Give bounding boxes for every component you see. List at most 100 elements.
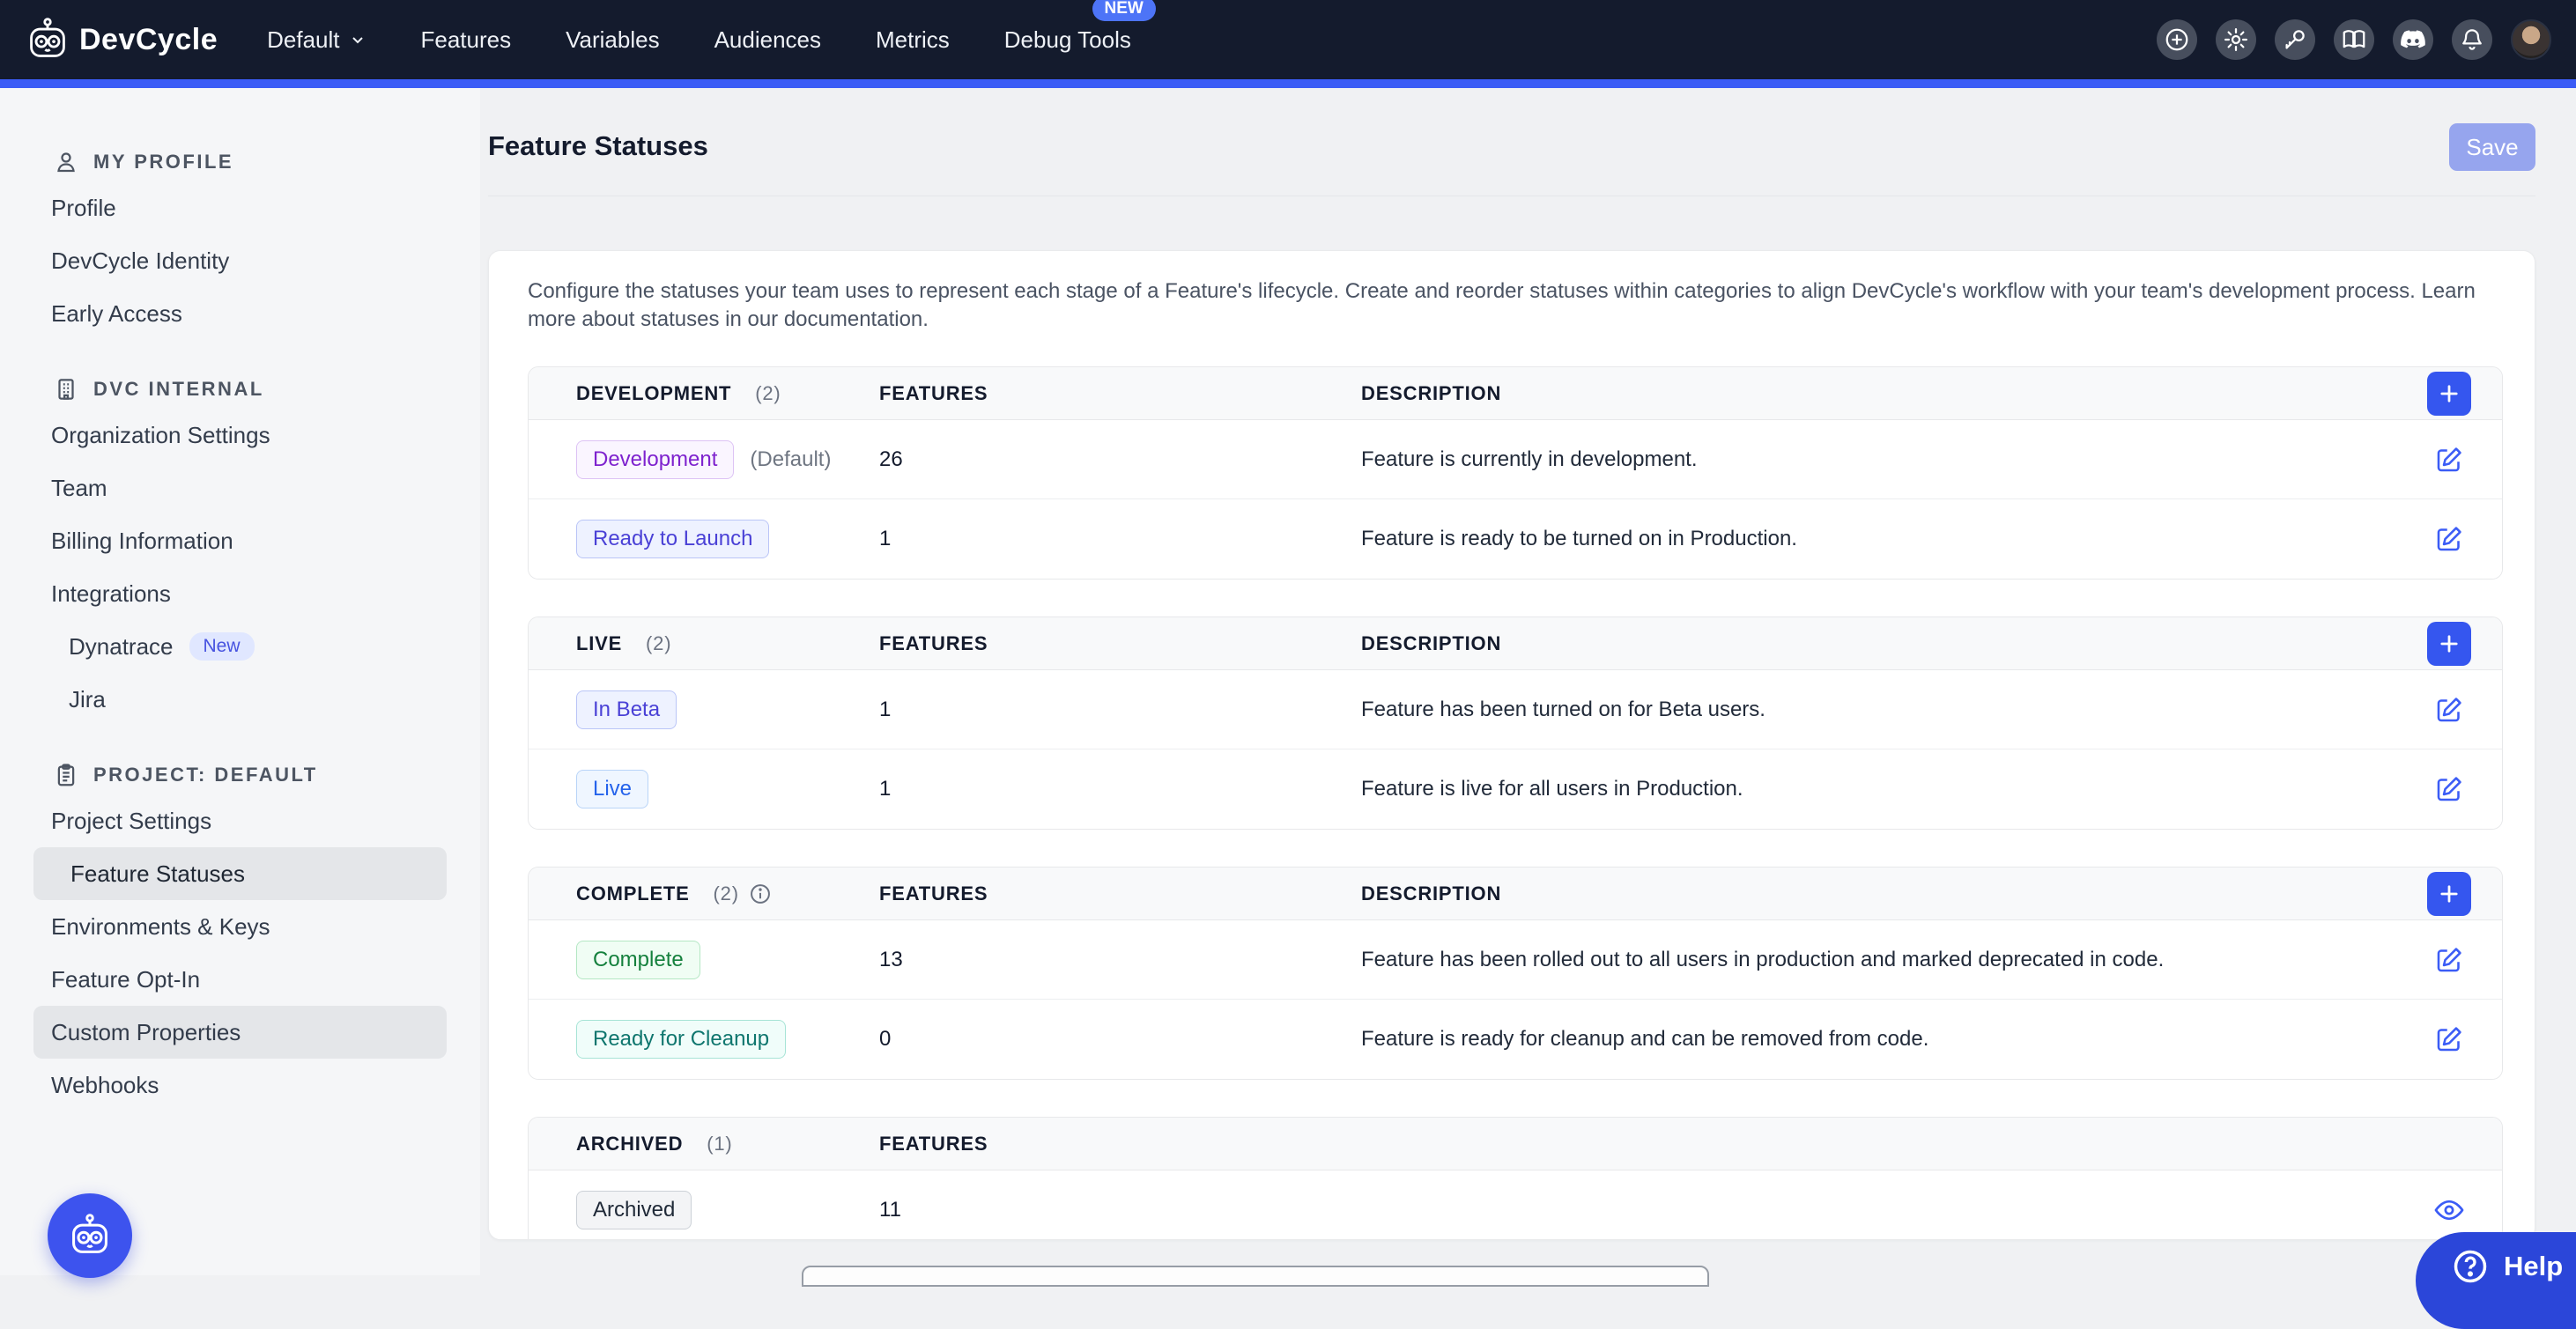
gear-icon: [2223, 26, 2249, 53]
complete-table: COMPLETE (2) FEATURES DESCRIPTION Com: [528, 867, 2503, 1080]
status-description: Feature is ready for cleanup and can be …: [1361, 1027, 2396, 1052]
sidebar-item-team[interactable]: Team: [33, 461, 447, 514]
plus-icon: [2437, 381, 2461, 406]
clipboard-icon: [53, 762, 79, 788]
key-icon: [2282, 26, 2308, 53]
edit-status-button[interactable]: [2428, 939, 2470, 981]
sidebar-item-webhooks[interactable]: Webhooks: [33, 1059, 447, 1111]
live-table-header: LIVE (2) FEATURES DESCRIPTION: [529, 617, 2502, 670]
status-description: Feature is ready to be turned on in Prod…: [1361, 527, 2396, 551]
feature-count: 1: [879, 777, 1361, 801]
nav-item-debug-tools[interactable]: Debug Tools NEW: [1004, 26, 1131, 54]
edit-pencil-icon: [2433, 773, 2465, 805]
feature-count: 11: [879, 1198, 1361, 1222]
edit-status-button[interactable]: [2428, 518, 2470, 560]
edit-status-button[interactable]: [2428, 439, 2470, 481]
sidebar-item-environments-keys[interactable]: Environments & Keys: [33, 900, 447, 953]
plus-icon: [2437, 882, 2461, 906]
add-status-button[interactable]: [2427, 622, 2471, 666]
edit-pencil-icon: [2433, 444, 2465, 476]
documentation-button[interactable]: [2334, 19, 2374, 60]
user-avatar[interactable]: [2511, 19, 2551, 60]
top-navbar: DevCycle Default Features Variables Audi…: [0, 0, 2576, 79]
edit-pencil-icon: [2433, 944, 2465, 976]
complete-table-header: COMPLETE (2) FEATURES DESCRIPTION: [529, 868, 2502, 920]
settings-button[interactable]: [2216, 19, 2256, 60]
accent-strip: [0, 79, 2576, 88]
sidebar-item-dynatrace[interactable]: Dynatrace New: [33, 620, 447, 673]
live-table: LIVE (2) FEATURES DESCRIPTION In Beta 1 …: [528, 617, 2503, 830]
status-row-archived: Archived 11: [529, 1170, 2502, 1240]
status-description: Feature is currently in development.: [1361, 447, 2396, 472]
status-row-ready-for-cleanup: Ready for Cleanup 0 Feature is ready for…: [529, 1000, 2502, 1079]
status-row-complete: Complete 13 Feature has been rolled out …: [529, 920, 2502, 1000]
archived-table: ARCHIVED (1) FEATURES Archived 11: [528, 1117, 2503, 1240]
plus-icon: [2437, 631, 2461, 656]
status-badge: Live: [576, 770, 648, 808]
nav-item-variables[interactable]: Variables: [566, 26, 659, 54]
sidebar-item-devcycle-identity[interactable]: DevCycle Identity: [33, 234, 447, 287]
section-project-default: PROJECT: DEFAULT: [33, 756, 447, 794]
archived-table-header: ARCHIVED (1) FEATURES: [529, 1118, 2502, 1170]
info-icon[interactable]: [748, 882, 773, 906]
add-circle-button[interactable]: [2157, 19, 2197, 60]
sidebar-item-jira[interactable]: Jira: [33, 673, 447, 726]
person-icon: [53, 149, 79, 175]
new-badge: NEW: [1092, 0, 1156, 21]
org-selector-dropdown[interactable]: Default: [267, 26, 366, 54]
section-my-profile: MY PROFILE: [33, 143, 447, 181]
sidebar-item-custom-properties[interactable]: Custom Properties: [33, 1006, 447, 1059]
assistant-fab-button[interactable]: [48, 1193, 132, 1278]
cutoff-bottom-panel: [802, 1266, 1709, 1287]
discord-icon: [2399, 26, 2427, 54]
edit-status-button[interactable]: [2428, 689, 2470, 731]
sidebar-item-feature-statuses[interactable]: Feature Statuses: [33, 847, 447, 900]
question-mark-icon: [2451, 1247, 2490, 1286]
sidebar-item-organization-settings[interactable]: Organization Settings: [33, 409, 447, 461]
view-status-button[interactable]: [2427, 1188, 2471, 1232]
devcycle-logo[interactable]: DevCycle: [25, 17, 218, 63]
sidebar-item-feature-opt-in[interactable]: Feature Opt-In: [33, 953, 447, 1006]
chevron-down-icon: [349, 31, 366, 48]
nav-item-audiences[interactable]: Audiences: [714, 26, 821, 54]
dynatrace-new-badge: New: [189, 632, 255, 661]
sidebar-item-project-settings[interactable]: Project Settings: [33, 794, 447, 847]
status-description: Feature has been turned on for Beta user…: [1361, 698, 2396, 722]
features-column-header: FEATURES: [879, 382, 1361, 405]
edit-pencil-icon: [2433, 1023, 2465, 1055]
edit-pencil-icon: [2433, 694, 2465, 726]
save-button[interactable]: Save: [2449, 123, 2535, 171]
status-row-in-beta: In Beta 1 Feature has been turned on for…: [529, 670, 2502, 749]
section-dvc-internal: DVC INTERNAL: [33, 370, 447, 409]
sidebar-item-integrations[interactable]: Integrations: [33, 567, 447, 620]
sidebar-item-profile[interactable]: Profile: [33, 181, 447, 234]
settings-sidebar: MY PROFILE Profile DevCycle Identity Ear…: [0, 88, 480, 1275]
nav-item-metrics[interactable]: Metrics: [876, 26, 950, 54]
nav-item-features[interactable]: Features: [421, 26, 512, 54]
description-column-header: DESCRIPTION: [1361, 382, 2396, 405]
discord-button[interactable]: [2393, 19, 2433, 60]
api-keys-button[interactable]: [2275, 19, 2315, 60]
sidebar-item-early-access[interactable]: Early Access: [33, 287, 447, 340]
edit-status-button[interactable]: [2428, 1018, 2470, 1060]
development-table: DEVELOPMENT (2) FEATURES DESCRIPTION Dev…: [528, 366, 2503, 580]
status-badge: In Beta: [576, 690, 677, 729]
statuses-card: Configure the statuses your team uses to…: [488, 250, 2535, 1240]
page-header: Feature Statuses Save: [488, 88, 2535, 196]
status-badge: Archived: [576, 1191, 692, 1229]
status-badge: Complete: [576, 941, 700, 979]
notifications-button[interactable]: [2452, 19, 2492, 60]
sidebar-item-billing-information[interactable]: Billing Information: [33, 514, 447, 567]
status-row-ready-to-launch: Ready to Launch 1 Feature is ready to be…: [529, 499, 2502, 579]
feature-count: 0: [879, 1027, 1361, 1052]
intro-text: Configure the statuses your team uses to…: [528, 277, 2503, 334]
nav-links: Default Features Variables Audiences Met…: [267, 26, 1131, 54]
help-button[interactable]: Help: [2416, 1232, 2576, 1329]
add-status-button[interactable]: [2427, 372, 2471, 416]
book-open-icon: [2341, 26, 2367, 53]
add-status-button[interactable]: [2427, 872, 2471, 916]
main-content: Feature Statuses Save Configure the stat…: [480, 88, 2576, 1275]
status-badge: Ready to Launch: [576, 520, 769, 558]
status-row-development: Development (Default) 26 Feature is curr…: [529, 420, 2502, 499]
edit-status-button[interactable]: [2428, 768, 2470, 810]
